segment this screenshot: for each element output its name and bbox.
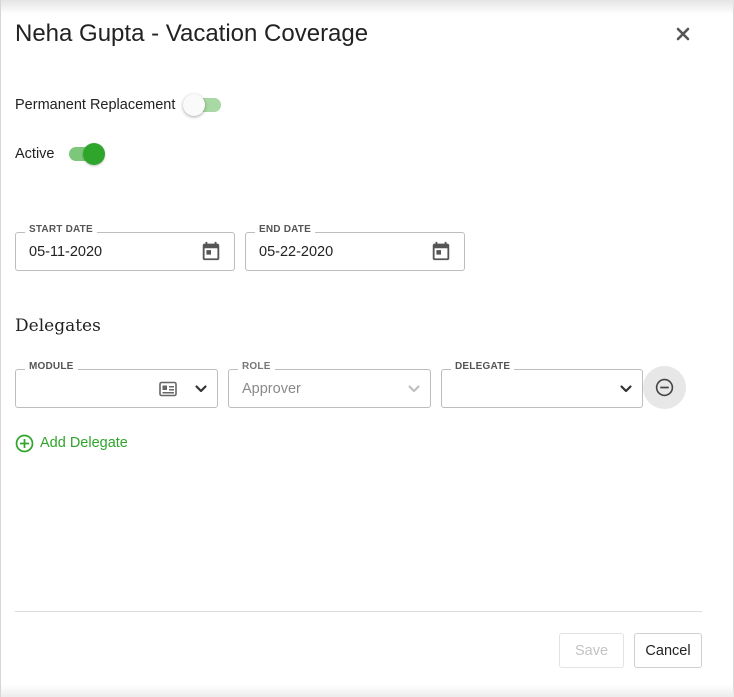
permanent-replacement-label: Permanent Replacement [15, 97, 176, 113]
save-button[interactable]: Save [559, 633, 624, 668]
toggle-knob [83, 143, 105, 165]
calendar-icon[interactable] [200, 240, 222, 262]
delegates-heading: Delegates [15, 316, 101, 336]
permanent-replacement-toggle[interactable] [183, 93, 223, 117]
start-date-field[interactable]: START DATE 05-11-2020 [15, 224, 235, 271]
delegate-label: DELEGATE [451, 361, 515, 372]
end-date-value: 05-22-2020 [259, 244, 334, 260]
remove-delegate-button[interactable] [643, 366, 686, 409]
active-toggle[interactable] [65, 142, 105, 166]
vacation-coverage-dialog: Neha Gupta - Vacation Coverage Permanent… [0, 0, 734, 697]
toggle-knob [183, 94, 205, 116]
top-shadow [1, 0, 734, 14]
active-label: Active [15, 146, 55, 162]
start-date-label: START DATE [25, 224, 97, 235]
chevron-down-icon [408, 385, 420, 392]
end-date-field[interactable]: END DATE 05-22-2020 [245, 224, 465, 271]
footer-divider [15, 611, 702, 612]
role-value: Approver [242, 381, 301, 397]
chevron-down-icon [195, 385, 207, 393]
bottom-shadow [1, 685, 734, 697]
close-icon[interactable] [673, 24, 693, 44]
chevron-down-icon [620, 385, 632, 393]
start-date-value: 05-11-2020 [29, 244, 103, 260]
role-label: ROLE [238, 361, 275, 372]
calendar-icon[interactable] [430, 240, 452, 262]
id-card-icon [159, 381, 177, 397]
dialog-title: Neha Gupta - Vacation Coverage [15, 20, 369, 47]
add-circle-icon [15, 434, 34, 452]
add-delegate-label: Add Delegate [40, 435, 128, 451]
remove-circle-icon [655, 378, 674, 397]
end-date-label: END DATE [255, 224, 315, 235]
delegate-select[interactable]: DELEGATE [441, 361, 643, 408]
cancel-button[interactable]: Cancel [634, 633, 702, 668]
module-label: MODULE [25, 361, 78, 372]
role-select: ROLE Approver [228, 361, 431, 408]
add-delegate-link[interactable]: Add Delegate [15, 432, 128, 454]
module-select[interactable]: MODULE [15, 361, 218, 408]
